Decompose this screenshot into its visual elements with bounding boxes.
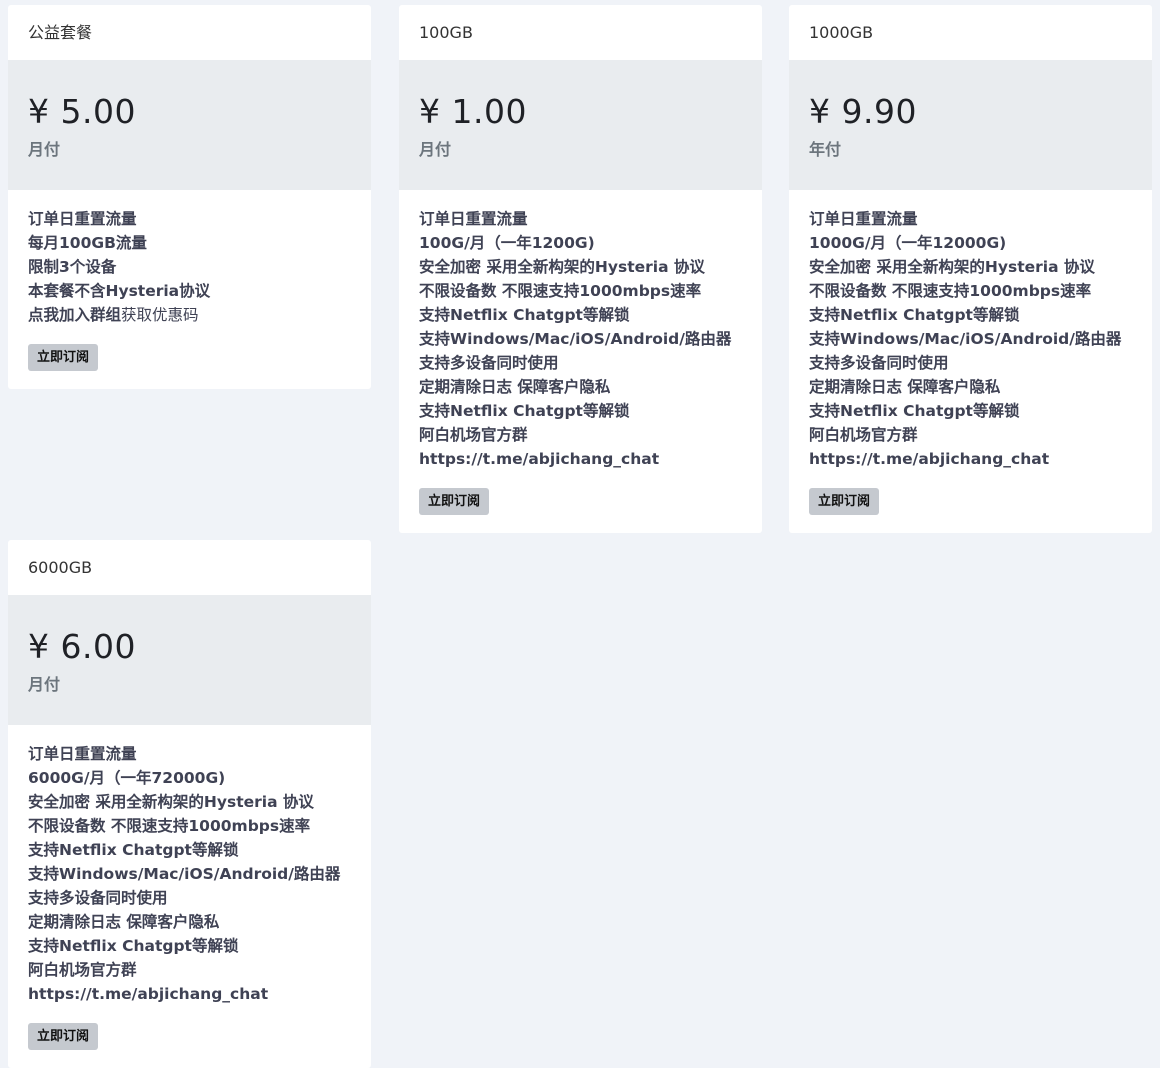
plan-name: 6000GB	[28, 558, 93, 577]
feature-item: 支持Netflix Chatgpt等解锁	[809, 402, 1020, 420]
feature-item: 安全加密 采用全新构架的Hysteria 协议	[809, 258, 1095, 276]
feature-item: 订单日重置流量	[419, 210, 528, 228]
plan-card: 6000GB ¥ 6.00 月付 订单日重置流量 6000G/月（一年72000…	[8, 540, 371, 1068]
feature-list: 订单日重置流量 1000G/月（一年12000G) 安全加密 采用全新构架的Hy…	[809, 207, 1132, 471]
feature-item: 安全加密 采用全新构架的Hysteria 协议	[419, 258, 705, 276]
join-group-link[interactable]: 点我加入群组	[28, 306, 121, 324]
plan-name: 1000GB	[809, 23, 874, 42]
plan-card: 公益套餐 ¥ 5.00 月付 订单日重置流量 每月100GB流量 限制3个设备 …	[8, 5, 371, 389]
price-block: ¥ 1.00 月付	[399, 60, 762, 190]
plan-name: 公益套餐	[28, 23, 93, 42]
feature-item: 每月100GB流量	[28, 234, 147, 252]
feature-item: 阿白机场官方群https://t.me/abjichang_chat	[419, 426, 660, 468]
plan-body: 订单日重置流量 每月100GB流量 限制3个设备 本套餐不含Hysteria协议…	[8, 190, 371, 389]
plan-period: 月付	[28, 140, 61, 159]
price-block: ¥ 9.90 年付	[789, 60, 1152, 190]
plan-price: ¥ 5.00	[28, 92, 136, 131]
feature-item: 支持Netflix Chatgpt等解锁	[419, 402, 630, 420]
feature-item: 阿白机场官方群https://t.me/abjichang_chat	[28, 961, 269, 1003]
feature-item: 阿白机场官方群https://t.me/abjichang_chat	[809, 426, 1050, 468]
feature-item: 订单日重置流量	[28, 745, 137, 763]
feature-list: 订单日重置流量 每月100GB流量 限制3个设备 本套餐不含Hysteria协议…	[28, 207, 351, 327]
plan-grid: 公益套餐 ¥ 5.00 月付 订单日重置流量 每月100GB流量 限制3个设备 …	[0, 0, 1160, 1068]
plan-card: 100GB ¥ 1.00 月付 订单日重置流量 100G/月（一年1200G) …	[399, 5, 762, 533]
feature-item: 不限设备数 不限速支持1000mbps速率	[28, 817, 311, 835]
plan-price: ¥ 9.90	[809, 92, 917, 131]
feature-item: 定期清除日志 保障客户隐私	[419, 378, 611, 396]
plan-period: 月付	[419, 140, 452, 159]
feature-item: 1000G/月（一年12000G)	[809, 234, 1007, 252]
plan-body: 订单日重置流量 100G/月（一年1200G) 安全加密 采用全新构架的Hyst…	[399, 190, 762, 533]
subscribe-button[interactable]: 立即订阅	[28, 1023, 99, 1050]
feature-list: 订单日重置流量 100G/月（一年1200G) 安全加密 采用全新构架的Hyst…	[419, 207, 742, 471]
feature-item: 安全加密 采用全新构架的Hysteria 协议	[28, 793, 314, 811]
plan-body: 订单日重置流量 6000G/月（一年72000G) 安全加密 采用全新构架的Hy…	[8, 725, 371, 1068]
feature-item: 支持Netflix Chatgpt等解锁	[419, 306, 630, 324]
feature-item: 限制3个设备	[28, 258, 117, 276]
plan-period: 年付	[809, 140, 842, 159]
feature-item: 支持Windows/Mac/iOS/Android/路由器 支持多设备同时使用	[809, 330, 1122, 372]
subscribe-button[interactable]: 立即订阅	[28, 344, 99, 371]
feature-item: 不限设备数 不限速支持1000mbps速率	[419, 282, 702, 300]
subscribe-button[interactable]: 立即订阅	[809, 488, 880, 515]
plan-card: 1000GB ¥ 9.90 年付 订单日重置流量 1000G/月（一年12000…	[789, 5, 1152, 533]
plan-price: ¥ 6.00	[28, 627, 136, 666]
feature-item: 支持Netflix Chatgpt等解锁	[28, 841, 239, 859]
plan-period: 月付	[28, 675, 61, 694]
feature-item: 不限设备数 不限速支持1000mbps速率	[809, 282, 1092, 300]
feature-item: 支持Netflix Chatgpt等解锁	[809, 306, 1020, 324]
plan-price: ¥ 1.00	[419, 92, 527, 131]
feature-item: 本套餐不含Hysteria协议	[28, 282, 211, 300]
price-block: ¥ 5.00 月付	[8, 60, 371, 190]
feature-item: 6000G/月（一年72000G)	[28, 769, 226, 787]
feature-item: 订单日重置流量	[809, 210, 918, 228]
feature-item: 定期清除日志 保障客户隐私	[809, 378, 1001, 396]
feature-item: 定期清除日志 保障客户隐私	[28, 913, 220, 931]
feature-item: 支持Netflix Chatgpt等解锁	[28, 937, 239, 955]
feature-item: 订单日重置流量	[28, 210, 137, 228]
feature-item: 支持Windows/Mac/iOS/Android/路由器 支持多设备同时使用	[28, 865, 341, 907]
feature-list: 订单日重置流量 6000G/月（一年72000G) 安全加密 采用全新构架的Hy…	[28, 742, 351, 1006]
plan-body: 订单日重置流量 1000G/月（一年12000G) 安全加密 采用全新构架的Hy…	[789, 190, 1152, 533]
feature-suffix: 获取优惠码	[121, 306, 199, 324]
plan-name: 100GB	[419, 23, 473, 42]
feature-item: 100G/月（一年1200G)	[419, 234, 595, 252]
feature-item: 支持Windows/Mac/iOS/Android/路由器 支持多设备同时使用	[419, 330, 732, 372]
price-block: ¥ 6.00 月付	[8, 595, 371, 725]
feature-item: 点我加入群组获取优惠码	[28, 303, 351, 327]
subscribe-button[interactable]: 立即订阅	[419, 488, 490, 515]
